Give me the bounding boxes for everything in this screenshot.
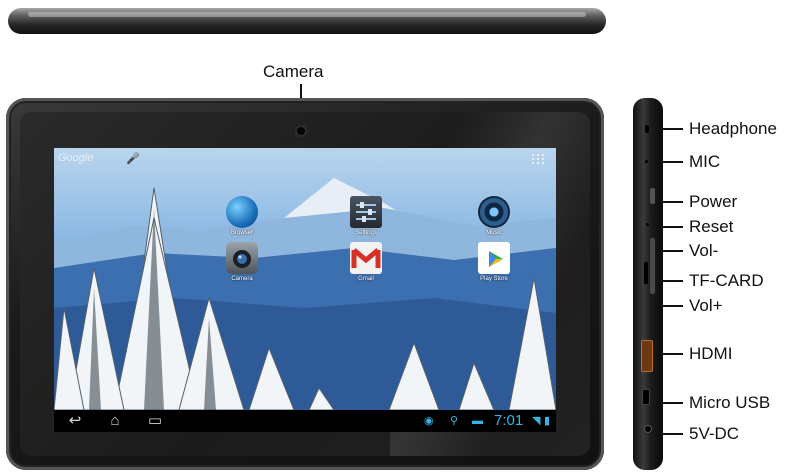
app-label: Camera (231, 276, 253, 282)
tablet-top-edge-view (8, 8, 606, 34)
callout-reset-label: Reset (689, 217, 734, 236)
callout-dc-leader (659, 433, 683, 435)
callout-hdmi-leader (659, 353, 683, 355)
tablet-side-view (633, 98, 663, 470)
callout-vol-up-label: Vol+ (689, 296, 723, 315)
home-icon[interactable]: ⌂ (104, 413, 126, 429)
google-search-label[interactable]: Google (58, 152, 93, 164)
hdmi-port (641, 340, 653, 372)
usb-icon: ⚲ (450, 415, 459, 427)
power-button (650, 188, 655, 204)
speaker-icon (478, 196, 510, 228)
wallpaper-landscape (54, 178, 556, 411)
settings-sliders-icon (350, 196, 382, 228)
voice-search-mic-icon[interactable]: 🎤 (126, 152, 140, 165)
app-label: Gmail (358, 276, 374, 282)
callout-tf-card-label: TF-CARD (689, 271, 764, 290)
tf-card-slot (644, 262, 648, 284)
callout-vol-up-leader (659, 305, 683, 307)
battery-level-icon: ▮ (544, 415, 551, 427)
recent-apps-icon[interactable]: ▭ (144, 413, 166, 429)
callout-reset-leader (659, 226, 683, 228)
reset-hole (646, 223, 649, 226)
app-label: Play Store (480, 276, 508, 282)
app-browser[interactable]: Browser (220, 196, 264, 236)
app-label: Music (486, 230, 502, 236)
callout-headphone-label: Headphone (689, 119, 777, 138)
callout-headphone-leader (659, 128, 683, 130)
callout-vol-down-label: Vol- (689, 241, 719, 260)
micro-usb-port (643, 390, 649, 404)
tablet-screen: Google 🎤 Browser Settings Music Camera G… (54, 148, 556, 432)
callout-mic-label: MIC (689, 152, 721, 171)
app-label: Browser (230, 230, 253, 236)
callout-dc-label: 5V-DC (689, 424, 740, 443)
status-clock: 7:01 (494, 412, 524, 429)
camera-icon (226, 242, 258, 274)
battery-icon: ▬ (472, 415, 483, 427)
app-camera[interactable]: Camera (220, 242, 264, 282)
callout-power-label: Power (689, 192, 738, 211)
callout-micro-usb-leader (659, 402, 683, 404)
callout-camera-label: Camera (263, 62, 324, 81)
app-gmail[interactable]: Gmail (344, 242, 388, 282)
dc-jack (645, 426, 651, 432)
gmail-envelope-icon (350, 242, 382, 274)
callout-tf-card-leader (659, 280, 683, 282)
system-navigation-bar: ↩ ⌂ ▭ ◉ ⚲ ▬ 7:01 ◥ ▮ (54, 410, 556, 432)
apps-grid-icon[interactable] (532, 154, 544, 164)
callout-power-leader (659, 201, 683, 203)
back-icon[interactable]: ↩ (64, 413, 86, 429)
globe-icon (226, 196, 258, 228)
app-settings[interactable]: Settings (344, 196, 388, 236)
callout-micro-usb-label: Micro USB (689, 393, 771, 412)
callout-vol-down-leader (659, 250, 683, 252)
app-music[interactable]: Music (472, 196, 516, 236)
play-store-bag-icon (478, 242, 510, 274)
headphone-jack (645, 125, 649, 133)
callout-hdmi-label: HDMI (689, 344, 733, 363)
volume-rocker (650, 238, 655, 294)
mic-hole (645, 160, 648, 163)
callout-mic-leader (659, 161, 683, 163)
app-label: Settings (355, 230, 377, 236)
notification-icon[interactable]: ◉ (424, 414, 434, 428)
wifi-icon: ◥ (532, 415, 541, 427)
app-play-store[interactable]: Play Store (472, 242, 516, 282)
front-camera-lens (297, 127, 305, 135)
